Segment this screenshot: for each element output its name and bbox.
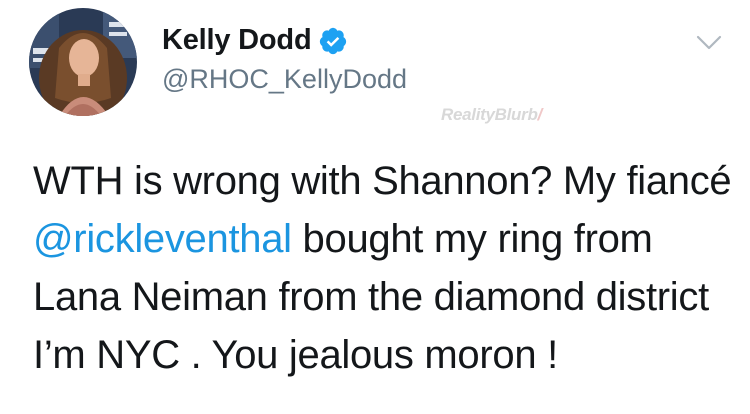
profile-avatar[interactable]	[29, 8, 137, 116]
chevron-down-icon[interactable]	[695, 34, 723, 52]
tweet-card: Kelly Dodd @RHOC_KellyDodd RealityBlurb/…	[0, 0, 750, 414]
author-handle[interactable]: @RHOC_KellyDodd	[162, 64, 407, 95]
mention-link[interactable]: @rickleventhal	[33, 217, 292, 261]
tweet-text: WTH is wrong with Shannon? My fiancé @ri…	[33, 152, 733, 384]
watermark: RealityBlurb/	[441, 105, 542, 125]
author-name[interactable]: Kelly Dodd	[162, 24, 348, 57]
watermark-mark: /	[537, 105, 543, 124]
author-name-text: Kelly Dodd	[162, 24, 312, 56]
watermark-text: RealityBlurb	[441, 105, 538, 124]
verified-badge-icon	[318, 26, 348, 56]
avatar-image	[29, 8, 137, 116]
tweet-text-segment: WTH is wrong with Shannon? My fiancé	[33, 159, 732, 203]
